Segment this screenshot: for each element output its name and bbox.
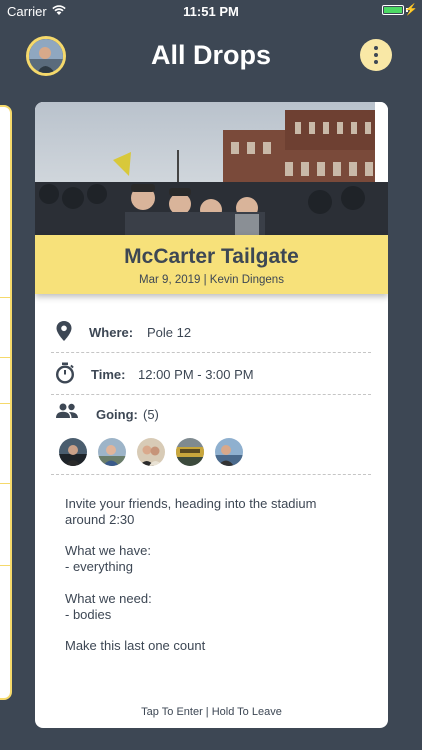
page-title: All Drops <box>150 40 271 70</box>
where-value: Pole 12 <box>147 325 192 340</box>
divider <box>0 403 10 404</box>
more-dot-icon <box>374 60 378 64</box>
description-line: Invite your friends, heading into the st… <box>65 496 317 511</box>
going-label: Going: <box>96 407 138 422</box>
divider <box>0 565 10 566</box>
going-row[interactable]: Going: (5) <box>55 402 368 425</box>
charging-bolt-icon: ⚡ <box>404 4 418 16</box>
previous-card-peek[interactable] <box>0 105 12 700</box>
divider <box>0 357 10 358</box>
status-bar: Carrier 11:51 PM ⚡ <box>0 0 422 22</box>
status-time: 11:51 PM <box>183 4 239 19</box>
event-title-band: McCarter Tailgate Mar 9, 2019 | Kevin Di… <box>35 235 388 294</box>
description-line: - bodies <box>65 607 112 622</box>
event-title: McCarter Tailgate <box>124 245 299 268</box>
attendee-avatar[interactable] <box>137 438 165 466</box>
card-footer-hint: Tap To Enter | Hold To Leave <box>141 706 282 718</box>
event-date-host: Mar 9, 2019 | Kevin Dingens <box>139 274 284 286</box>
divider <box>51 394 371 395</box>
battery-icon <box>382 5 404 15</box>
more-options-button[interactable] <box>360 39 392 71</box>
divider <box>0 483 10 484</box>
going-count: (5) <box>143 407 159 422</box>
description-line: around 2:30 <box>65 512 135 527</box>
time-row: Time: 12:00 PM - 3:00 PM <box>55 362 368 384</box>
time-value: 12:00 PM - 3:00 PM <box>138 367 254 382</box>
divider <box>51 352 371 353</box>
people-icon <box>55 402 79 425</box>
attendee-avatar[interactable] <box>59 438 87 466</box>
description-line: What we have: <box>65 543 151 558</box>
description-line: - everything <box>65 559 133 574</box>
location-pin-icon <box>55 320 73 347</box>
stopwatch-icon <box>55 362 75 389</box>
where-label: Where: <box>89 325 134 340</box>
description-line: What we need: <box>65 591 152 606</box>
more-dot-icon <box>374 46 378 50</box>
attendee-avatar[interactable] <box>215 438 243 466</box>
attendee-avatar[interactable] <box>98 438 126 466</box>
event-photo <box>35 102 388 235</box>
divider <box>0 297 10 298</box>
where-row: Where: Pole 12 <box>55 321 368 342</box>
attendee-avatar[interactable] <box>176 438 204 466</box>
time-label: Time: <box>91 367 126 382</box>
divider <box>51 474 371 475</box>
more-dot-icon <box>374 53 378 57</box>
description-line: Make this last one count <box>65 638 206 653</box>
event-card[interactable]: McCarter Tailgate Mar 9, 2019 | Kevin Di… <box>35 102 388 728</box>
